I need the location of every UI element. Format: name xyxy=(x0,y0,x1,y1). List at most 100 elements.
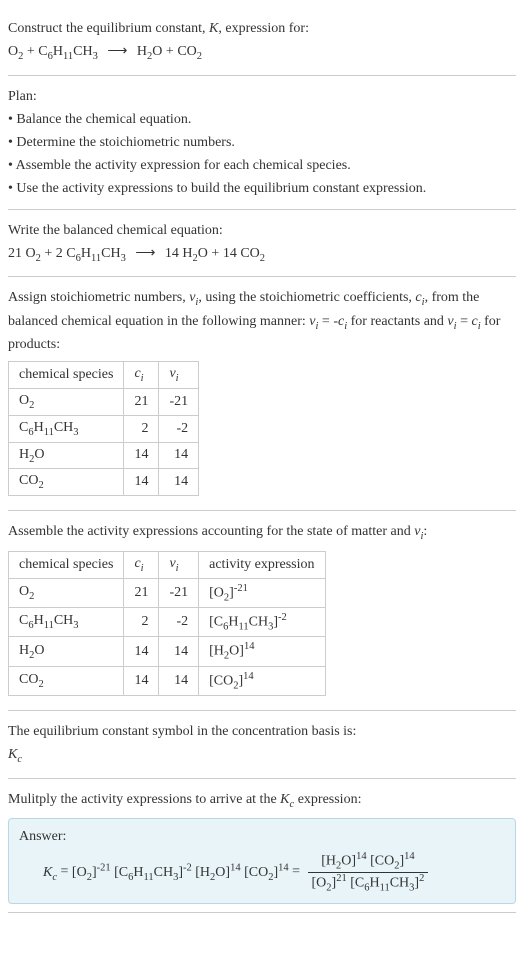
table-row: H2O 14 14 [H2O]14 xyxy=(9,637,326,666)
species-h2o: H2O xyxy=(182,246,208,261)
unbalanced-equation: O2 + C6H11CH3 ⟶ H2O + CO2 xyxy=(8,41,516,65)
product-h2o: H2O xyxy=(137,44,163,59)
symbol-section: The equilibrium constant symbol in the c… xyxy=(8,711,516,779)
activity-section: Assemble the activity expressions accoun… xyxy=(8,511,516,711)
cell-ci: 21 xyxy=(124,388,159,415)
species-o2: O2 xyxy=(26,246,41,261)
k-symbol: K xyxy=(209,21,218,36)
equals-1: = xyxy=(61,865,72,880)
coef-1: 21 xyxy=(8,246,22,261)
balanced-section: Write the balanced chemical equation: 21… xyxy=(8,210,516,278)
intro-line1: Construct the equilibrium constant, K, e… xyxy=(8,18,516,39)
plan-section: Plan: • Balance the chemical equation. •… xyxy=(8,76,516,210)
plus-sign: + xyxy=(44,246,55,261)
balanced-title: Write the balanced chemical equation: xyxy=(8,220,516,241)
product-co2: CO2 xyxy=(177,44,202,59)
col-activity: activity expression xyxy=(199,551,325,578)
reactant-o2: O2 xyxy=(8,44,23,59)
plus-sign: + xyxy=(211,246,222,261)
answer-box: Answer: Kc = [O2]-21 [C6H11CH3]-2 [H2O]1… xyxy=(8,818,516,904)
cell-nui: -21 xyxy=(159,578,199,607)
species-co2: CO2 xyxy=(240,246,265,261)
table-row: O2 21 -21 xyxy=(9,388,199,415)
kc-lhs: Kc xyxy=(43,865,57,880)
col-ci: ci xyxy=(124,551,159,578)
stoich-table: chemical species ci νi O2 21 -21 C6H11CH… xyxy=(8,361,199,496)
cell-nui: -21 xyxy=(159,388,199,415)
cell-species: O2 xyxy=(9,388,124,415)
reaction-arrow: ⟶ xyxy=(129,246,161,261)
cell-ci: 14 xyxy=(124,666,159,695)
multiply-text: Mulitply the activity expressions to arr… xyxy=(8,789,516,813)
coef-4: 14 xyxy=(223,246,237,261)
cell-activity: [CO2]14 xyxy=(199,666,325,695)
species-methylcyclohexane: C6H11CH3 xyxy=(66,246,126,261)
term-4: [CO2]14 xyxy=(244,865,289,880)
coef-2: 2 xyxy=(56,246,63,261)
plus-sign: + xyxy=(166,44,177,59)
cell-species: CO2 xyxy=(9,469,124,496)
cell-activity: [H2O]14 xyxy=(199,637,325,666)
term-3: [H2O]14 xyxy=(195,865,240,880)
cell-ci: 14 xyxy=(124,469,159,496)
cell-ci: 21 xyxy=(124,578,159,607)
fraction-numerator: [H2O]14 [CO2]14 xyxy=(308,851,429,872)
intro-text-suffix: , expression for: xyxy=(218,21,309,36)
table-row: H2O 14 14 xyxy=(9,442,199,469)
answer-expression: Kc = [O2]-21 [C6H11CH3]-2 [H2O]14 [CO2]1… xyxy=(19,851,505,893)
cell-activity: [C6H11CH3]-2 xyxy=(199,607,325,636)
table-row: CO2 14 14 xyxy=(9,469,199,496)
cell-ci: 2 xyxy=(124,415,159,442)
plan-bullet-1: • Balance the chemical equation. xyxy=(8,109,516,130)
stoich-text: Assign stoichiometric numbers, νi, using… xyxy=(8,287,516,355)
intro-section: Construct the equilibrium constant, K, e… xyxy=(8,8,516,76)
table-row: O2 21 -21 [O2]-21 xyxy=(9,578,326,607)
reaction-arrow: ⟶ xyxy=(101,44,133,59)
plan-bullet-4: • Use the activity expressions to build … xyxy=(8,178,516,199)
fraction-denominator: [O2]21 [C6H11CH3]2 xyxy=(308,873,429,893)
activity-table: chemical species ci νi activity expressi… xyxy=(8,551,326,697)
cell-nui: 14 xyxy=(159,442,199,469)
table-row: C6H11CH3 2 -2 [C6H11CH3]-2 xyxy=(9,607,326,636)
term-1: [O2]-21 xyxy=(72,865,111,880)
col-nui: νi xyxy=(159,362,199,389)
plus-sign: + xyxy=(27,44,38,59)
cell-nui: -2 xyxy=(159,607,199,636)
cell-species: O2 xyxy=(9,578,124,607)
cell-species: C6H11CH3 xyxy=(9,607,124,636)
answer-label: Answer: xyxy=(19,829,505,845)
table-row: CO2 14 14 [CO2]14 xyxy=(9,666,326,695)
stoich-section: Assign stoichiometric numbers, νi, using… xyxy=(8,277,516,511)
col-species: chemical species xyxy=(9,362,124,389)
equals-2: = xyxy=(292,865,303,880)
plan-bullet-2: • Determine the stoichiometric numbers. xyxy=(8,132,516,153)
plan-title: Plan: xyxy=(8,86,516,107)
cell-nui: -2 xyxy=(159,415,199,442)
col-ci: ci xyxy=(124,362,159,389)
plan-bullet-3: • Assemble the activity expression for e… xyxy=(8,155,516,176)
col-nui: νi xyxy=(159,551,199,578)
coef-3: 14 xyxy=(165,246,179,261)
intro-text-prefix: Construct the equilibrium constant, xyxy=(8,21,209,36)
cell-nui: 14 xyxy=(159,469,199,496)
table-header-row: chemical species ci νi activity expressi… xyxy=(9,551,326,578)
col-species: chemical species xyxy=(9,551,124,578)
cell-ci: 14 xyxy=(124,442,159,469)
cell-ci: 2 xyxy=(124,607,159,636)
cell-nui: 14 xyxy=(159,637,199,666)
cell-species: C6H11CH3 xyxy=(9,415,124,442)
cell-species: CO2 xyxy=(9,666,124,695)
kc-symbol: Kc xyxy=(8,744,516,768)
symbol-text-line1: The equilibrium constant symbol in the c… xyxy=(8,721,516,742)
table-row: C6H11CH3 2 -2 xyxy=(9,415,199,442)
fraction: [H2O]14 [CO2]14 [O2]21 [C6H11CH3]2 xyxy=(308,851,429,893)
final-section: Mulitply the activity expressions to arr… xyxy=(8,779,516,913)
cell-species: H2O xyxy=(9,442,124,469)
term-2: [C6H11CH3]-2 xyxy=(114,865,192,880)
cell-species: H2O xyxy=(9,637,124,666)
cell-nui: 14 xyxy=(159,666,199,695)
cell-ci: 14 xyxy=(124,637,159,666)
reactant-methylcyclohexane: C6H11CH3 xyxy=(38,44,98,59)
balanced-equation: 21 O2 + 2 C6H11CH3 ⟶ 14 H2O + 14 CO2 xyxy=(8,243,516,267)
cell-activity: [O2]-21 xyxy=(199,578,325,607)
